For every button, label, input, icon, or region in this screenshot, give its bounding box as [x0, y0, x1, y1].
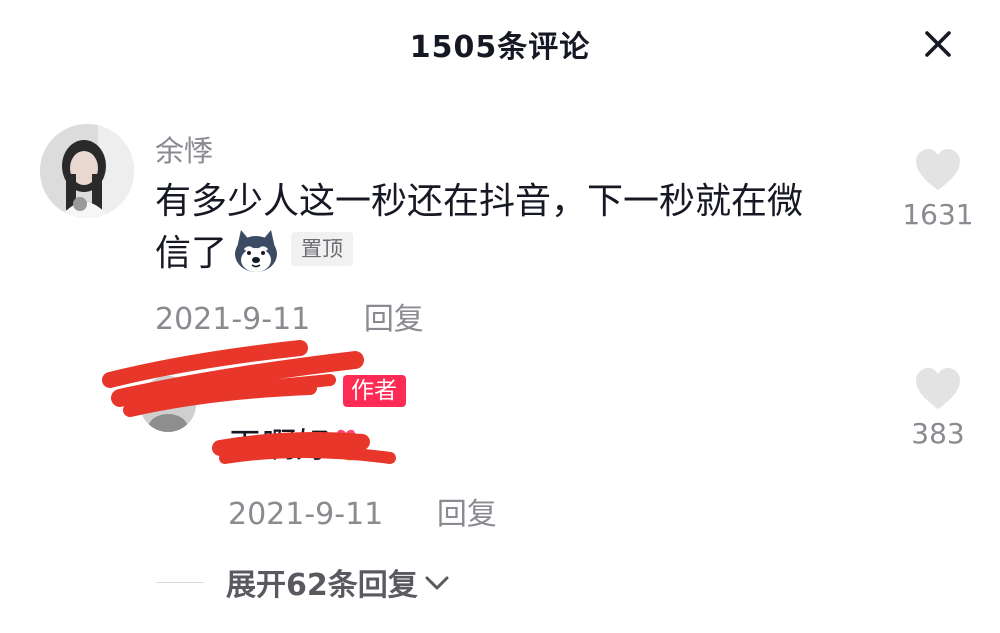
expand-replies-label[interactable]: 展开62条回复	[226, 560, 418, 604]
reply-like-count: 383	[911, 417, 965, 450]
reply-text: 天啊好	[228, 418, 366, 472]
comment-date: 2021-9-11	[155, 302, 311, 337]
comment-text-line2-row: 信了 置顶	[155, 228, 875, 280]
heart-icon[interactable]	[914, 148, 962, 192]
close-button[interactable]	[918, 24, 958, 64]
comment-like-count: 1631	[902, 198, 974, 231]
comment-text: 有多少人这一秒还在抖音，下一秒就在微 信了 置顶	[155, 176, 875, 280]
chevron-down-icon[interactable]	[424, 572, 450, 592]
avatar[interactable]	[40, 124, 134, 218]
expand-divider-line	[156, 581, 204, 583]
finger-heart-emoji	[332, 423, 366, 472]
husky-dog-emoji	[231, 228, 281, 274]
comment-like-button[interactable]: 1631	[898, 148, 978, 231]
reply-reply-button[interactable]: 回复	[437, 497, 497, 532]
expand-replies-button[interactable]: 展开62条回复	[156, 560, 450, 604]
pinned-badge: 置顶	[291, 232, 354, 266]
comment-meta-row: 2021-9-11 回复	[155, 294, 424, 338]
reply-text-content: 天啊好	[228, 426, 330, 466]
comment-reply-button[interactable]: 回复	[364, 302, 424, 337]
close-icon[interactable]	[918, 24, 958, 64]
comment-text-line2: 信了	[155, 233, 228, 274]
reply-avatar[interactable]	[140, 376, 196, 432]
reply-avatar-image	[140, 376, 196, 432]
reply-like-button[interactable]: 383	[898, 367, 978, 450]
heart-icon[interactable]	[914, 367, 962, 411]
comment-text-line1: 有多少人这一秒还在抖音，下一秒就在微	[155, 181, 804, 222]
reply-date: 2021-9-11	[228, 497, 384, 532]
comment-username[interactable]: 余悸	[155, 128, 213, 170]
comments-count-title: 1505条评论	[409, 30, 591, 65]
user-avatar-image	[40, 124, 134, 218]
reply-meta-row: 2021-9-11 回复	[228, 489, 497, 533]
author-badge: 作者	[343, 375, 406, 407]
comments-sheet: 1505条评论 余悸 有多少人这一秒还在抖音，下一秒就在微 信了 置顶 2021…	[0, 0, 1000, 633]
